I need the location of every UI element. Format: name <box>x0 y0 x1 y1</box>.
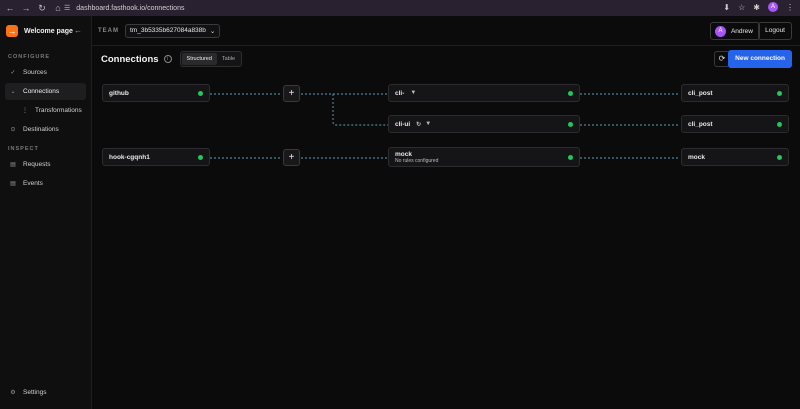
status-dot <box>777 91 782 96</box>
sidebar-item-connections[interactable]: ⌄ Connections <box>5 83 86 100</box>
add-connection-button[interactable]: + <box>283 85 300 102</box>
section-inspect: INSPECT <box>8 146 39 152</box>
chevron-down-icon: ⌄ <box>10 89 16 95</box>
connection-name: cli- <box>395 89 405 97</box>
status-dot <box>777 155 782 160</box>
destination-node-mock[interactable]: mock <box>681 148 789 166</box>
destination-name: mock <box>688 153 705 161</box>
source-name: hook-cgqnh1 <box>109 153 150 161</box>
status-dot <box>198 91 203 96</box>
browser-menu-icon[interactable]: ⋮ <box>786 3 794 12</box>
tab-table[interactable]: Table <box>217 53 240 65</box>
chevron-down-icon[interactable]: ▼ <box>425 121 431 127</box>
sidebar-item-label: Transformations <box>35 107 82 114</box>
connection-text: mock No rules configured <box>395 151 438 164</box>
destination-node-cli-post[interactable]: cli_post <box>681 84 789 102</box>
dots-icon: ⋮ <box>22 108 28 114</box>
source-node-github[interactable]: github <box>102 84 210 102</box>
collapse-sidebar-icon[interactable]: ← <box>74 26 82 35</box>
install-icon[interactable]: ⬇ <box>723 3 730 12</box>
destination-node-cli-post[interactable]: cli_post <box>681 115 789 133</box>
refresh-icon: ⟳ <box>718 54 726 63</box>
team-label: TEAM <box>98 27 119 34</box>
source-node-hook[interactable]: hook-cgqnh1 <box>102 148 210 166</box>
sidebar-item-requests[interactable]: ▤ Requests <box>5 156 86 173</box>
browser-toolbar: ← → ↻ ⌂ ☰ dashboard.fasthook.io/connecti… <box>0 0 800 16</box>
plus-icon: + <box>288 88 295 99</box>
status-dot <box>198 155 203 160</box>
connection-node-mock[interactable]: mock No rules configured <box>388 147 580 167</box>
sidebar-item-label: Sources <box>23 69 47 76</box>
sidebar-item-label: Requests <box>23 161 51 168</box>
site-info-icon[interactable]: ☰ <box>64 4 70 12</box>
chevron-down-icon[interactable]: ▼ <box>410 90 416 96</box>
brand[interactable]: → Welcome page ← <box>0 16 91 46</box>
sidebar-item-settings[interactable]: ⚙ Settings <box>5 384 87 401</box>
edge-line <box>332 94 388 126</box>
add-connection-button[interactable]: + <box>283 149 300 166</box>
connection-subtitle: No rules configured <box>395 157 439 164</box>
topbar: TEAM tm_3b5335b627084a838b ⌄ A Andrew Lo… <box>92 16 800 46</box>
retry-icon[interactable]: ↻ <box>416 121 421 128</box>
home-icon[interactable]: ⌂ <box>52 2 64 14</box>
connection-name: mock <box>395 150 412 158</box>
tab-structured[interactable]: Structured <box>181 53 217 65</box>
brand-logo-icon: → <box>6 25 18 37</box>
gear-icon: ⚙ <box>10 390 16 396</box>
bookmark-star-icon[interactable]: ☆ <box>738 3 745 12</box>
plus-icon: + <box>288 152 295 163</box>
address-bar[interactable]: ☰ dashboard.fasthook.io/connections <box>64 2 704 14</box>
reload-icon[interactable]: ↻ <box>36 2 48 14</box>
status-dot <box>777 122 782 127</box>
status-dot <box>568 122 573 127</box>
info-icon[interactable]: i <box>163 55 172 63</box>
destination-name: cli_post <box>688 89 713 97</box>
page-header: Connections i Structured Table ⟳ New con… <box>92 46 800 72</box>
logout-button[interactable]: Logout <box>758 22 792 40</box>
check-icon: ✓ <box>10 70 16 76</box>
new-connection-button[interactable]: New connection <box>728 50 792 68</box>
destination-name: cli_post <box>688 120 713 128</box>
view-toggle: Structured Table <box>179 51 243 67</box>
connections-canvas: github hook-cgqnh1 + + cli- ▼ cli-ui ↻ ▼… <box>92 72 800 409</box>
sidebar: → Welcome page ← CONFIGURE ✓ Sources ⌄ C… <box>0 16 92 409</box>
sidebar-item-label: Destinations <box>23 126 59 133</box>
brand-title: Welcome page <box>24 27 73 35</box>
team-select[interactable]: tm_3b5335b627084a838b ⌄ <box>125 23 221 38</box>
user-menu[interactable]: A Andrew <box>709 22 760 40</box>
user-name: Andrew <box>730 27 753 35</box>
sidebar-item-label: Events <box>23 180 43 187</box>
sidebar-item-destinations[interactable]: ⊙ Destinations <box>5 121 86 138</box>
section-configure: CONFIGURE <box>8 54 50 60</box>
forward-icon[interactable]: → <box>20 2 32 14</box>
team-value: tm_3b5335b627084a838b <box>130 27 206 34</box>
sidebar-item-sources[interactable]: ✓ Sources <box>5 64 86 81</box>
connection-node-cli-ui[interactable]: cli-ui ↻ ▼ <box>388 115 580 133</box>
back-icon[interactable]: ← <box>4 2 16 14</box>
status-dot <box>568 91 573 96</box>
chevron-down-icon: ⌄ <box>209 27 216 35</box>
list-icon: ▤ <box>10 181 16 187</box>
profile-avatar[interactable]: A <box>768 2 778 12</box>
sidebar-item-label: Settings <box>23 389 47 396</box>
source-name: github <box>109 89 129 97</box>
sidebar-item-events[interactable]: ▤ Events <box>5 175 86 192</box>
connection-node-cli[interactable]: cli- ▼ <box>388 84 580 102</box>
avatar: A <box>714 25 726 37</box>
list-icon: ▤ <box>10 162 16 168</box>
url-text: dashboard.fasthook.io/connections <box>76 4 185 12</box>
page-title: Connections <box>101 53 159 65</box>
connection-name: cli-ui <box>395 120 411 128</box>
sidebar-item-transformations[interactable]: ⋮ Transformations <box>5 102 86 119</box>
circle-icon: ⊙ <box>10 127 16 133</box>
sidebar-item-label: Connections <box>23 88 60 95</box>
extensions-icon[interactable]: ✱ <box>753 3 760 12</box>
status-dot <box>568 155 573 160</box>
